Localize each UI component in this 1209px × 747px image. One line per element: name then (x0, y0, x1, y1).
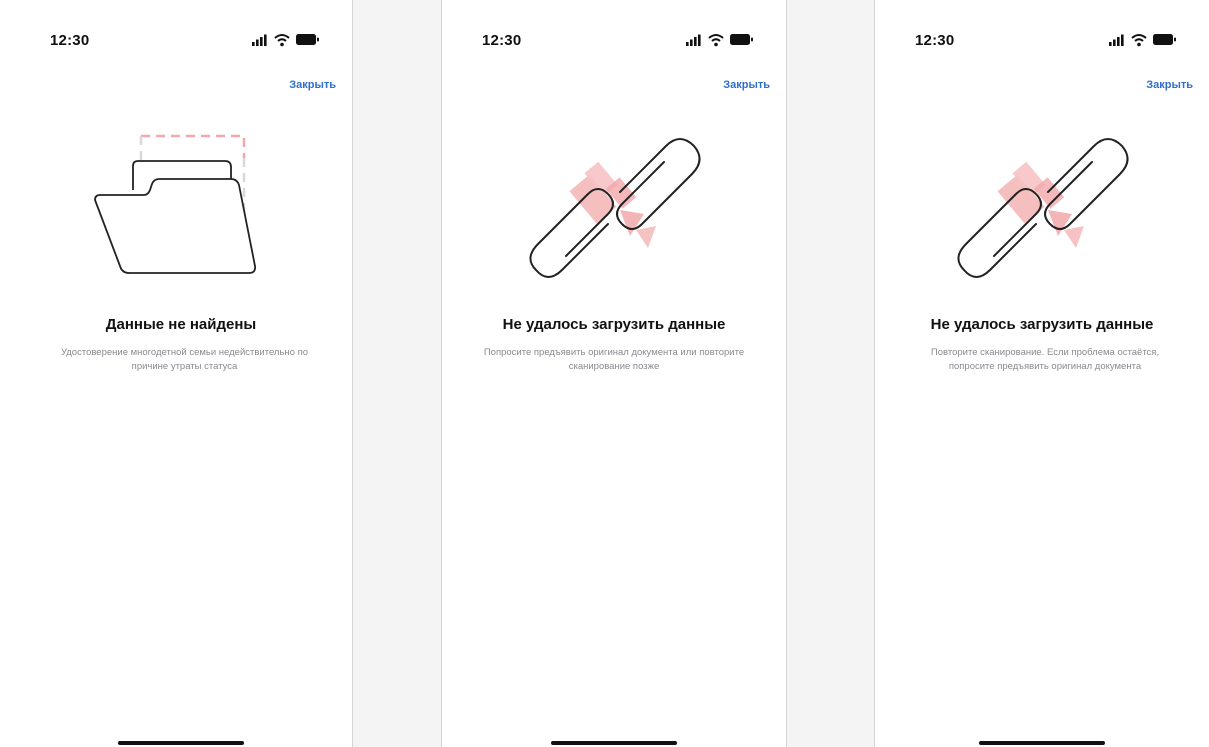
home-indicator (118, 741, 244, 745)
phone-border (786, 0, 787, 747)
wifi-icon (274, 34, 290, 47)
phone-screen-not-found: 12:30 Закрыть Данные не найдены Удостове… (10, 10, 352, 747)
signal-icon (1109, 34, 1124, 46)
broken-link-icon (529, 138, 701, 278)
home-indicator (979, 741, 1105, 745)
canvas-gap-left (352, 0, 441, 747)
close-button[interactable]: Закрыть (1146, 79, 1193, 91)
broken-link-icon (957, 138, 1129, 278)
signal-icon (686, 34, 701, 46)
screen-title: Не удалось загрузить данные (502, 316, 726, 333)
wifi-icon (708, 34, 724, 47)
phone-screen-load-error: 12:30 Закрыть Не удалось загрузить данны… (442, 10, 786, 747)
home-indicator (551, 741, 677, 745)
screen-title: Не удалось загрузить данные (930, 316, 1154, 333)
status-bar-icons (252, 34, 319, 47)
status-bar-icons (686, 34, 753, 47)
wifi-icon (1131, 34, 1147, 47)
signal-icon (252, 34, 267, 46)
battery-icon (1153, 34, 1176, 45)
close-button[interactable]: Закрыть (289, 79, 336, 91)
screen-title: Данные не найдены (105, 316, 257, 333)
screen-description: Удостоверение многодетной семьи недейств… (60, 347, 309, 372)
close-button[interactable]: Закрыть (723, 79, 770, 91)
canvas-gap-right (786, 0, 874, 747)
screen-description: Повторите сканирование. Если проблема ос… (930, 347, 1160, 372)
phone-border (352, 0, 353, 747)
phone-screen-scan-error: 12:30 Закрыть Не удалось загрузить данны… (875, 10, 1209, 747)
status-bar-time: 12:30 (915, 32, 955, 49)
empty-folder-icon (94, 134, 257, 274)
status-bar-time: 12:30 (482, 32, 522, 49)
battery-icon (296, 34, 319, 45)
screen-description: Попросите предъявить оригинал документа … (483, 347, 745, 372)
status-bar-time: 12:30 (50, 32, 90, 49)
battery-icon (730, 34, 753, 45)
status-bar-icons (1109, 34, 1176, 47)
